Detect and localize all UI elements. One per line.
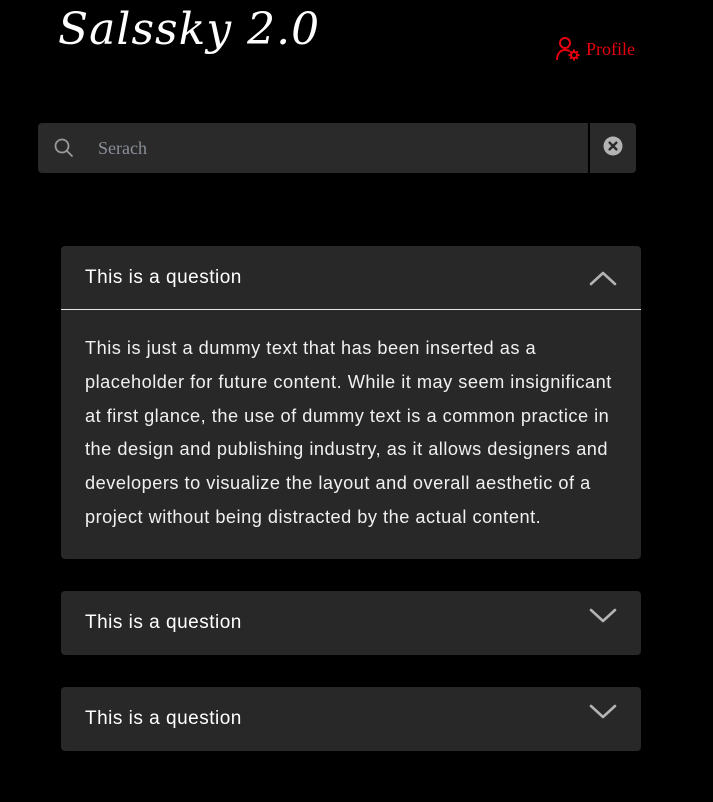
chevron-up-icon — [589, 264, 617, 292]
close-circle-icon — [603, 136, 623, 161]
clear-search-button[interactable] — [590, 123, 636, 173]
search-bar — [38, 122, 636, 174]
faq-answer: This is just a dummy text that has been … — [85, 338, 612, 527]
faq-item: This is a question This is just a dummy … — [61, 246, 641, 559]
chevron-down-icon — [589, 698, 617, 726]
faq-question: This is a question — [85, 707, 242, 729]
chevron-down-icon — [589, 602, 617, 630]
faq-question-toggle[interactable]: This is a question — [61, 246, 641, 310]
profile-link[interactable]: Profile — [556, 36, 635, 62]
app-logo: Salssky 2.0 — [58, 4, 321, 55]
faq-item: This is a question — [61, 686, 641, 751]
faq-question-toggle[interactable]: This is a question — [61, 591, 641, 655]
faq-question: This is a question — [85, 266, 242, 288]
faq-question: This is a question — [85, 611, 242, 633]
search-field — [38, 122, 588, 174]
search-icon — [54, 138, 74, 158]
search-input[interactable] — [96, 122, 588, 174]
faq-question-toggle[interactable]: This is a question — [61, 687, 641, 751]
faq-item: This is a question — [61, 590, 641, 655]
profile-label: Profile — [586, 38, 635, 59]
user-gear-icon — [556, 36, 580, 62]
faq-accordion: This is a question This is just a dummy … — [61, 246, 641, 783]
